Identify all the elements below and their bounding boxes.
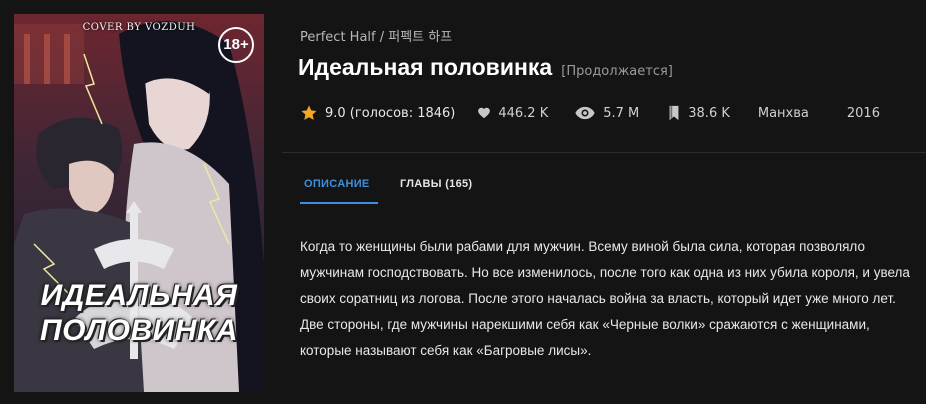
stats-bar: 9.0 (голосов: 1846) 446.2 K 5.7 M 38.6 K…	[300, 103, 880, 123]
views-stat: 5.7 M	[574, 106, 639, 121]
bookmark-icon	[669, 105, 679, 121]
eye-icon	[575, 106, 595, 120]
type-link[interactable]: Манхва	[758, 106, 809, 121]
cover-title-line2: ПОЛОВИНКА	[40, 314, 238, 347]
cover-image[interactable]: COVER BY VOZDUH 18+ ИДЕАЛЬНАЯ ПОЛОВИНКА	[14, 14, 264, 392]
year-value: 2016	[846, 105, 880, 121]
tab-description[interactable]: ОПИСАНИЕ	[304, 178, 370, 190]
cover-title-line1: ИДЕАЛЬНАЯ	[40, 279, 238, 312]
description-text: Когда то женщины были рабами для мужчин.…	[300, 239, 910, 358]
star-icon	[301, 105, 317, 120]
year-link[interactable]: 2016	[847, 106, 880, 121]
likes-stat[interactable]: 446.2 K	[477, 106, 548, 121]
status-label: [Продолжается]	[561, 64, 673, 79]
type-value: Манхва	[757, 105, 809, 121]
page-title: Идеальная половинка	[298, 54, 553, 80]
rating-value: 9.0 (голосов: 1846)	[325, 105, 456, 121]
title-row: Идеальная половинка [Продолжается]	[298, 54, 673, 81]
age-rating-badge: 18+	[218, 27, 254, 63]
views-value: 5.7 M	[603, 105, 640, 121]
active-tab-indicator	[300, 202, 378, 204]
tab-chapters[interactable]: ГЛАВЫ (165)	[400, 178, 472, 190]
rating-stat[interactable]: 9.0 (голосов: 1846)	[300, 104, 455, 122]
heart-icon	[478, 107, 491, 119]
bookmarks-stat[interactable]: 38.6 K	[667, 105, 730, 121]
alternative-name: Perfect Half / 퍼펙트 하프	[300, 30, 453, 45]
section-divider	[282, 152, 926, 153]
bookmarks-value: 38.6 K	[688, 105, 730, 121]
likes-value: 446.2 K	[498, 105, 549, 121]
